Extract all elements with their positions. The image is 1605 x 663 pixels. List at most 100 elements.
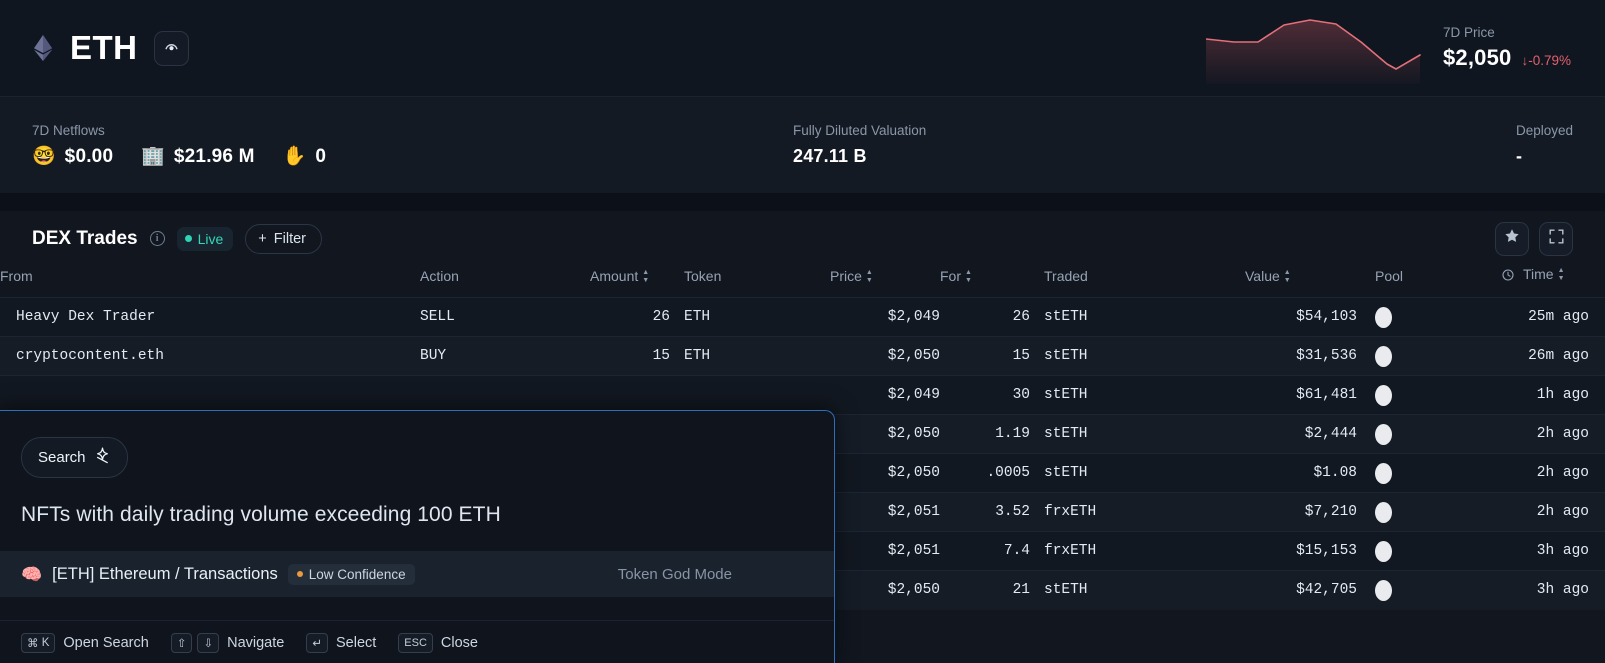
page-header: ETH (0, 0, 1605, 96)
cell-traded: stETH (1030, 571, 1245, 610)
search-query-text: NFTs with daily trading volume exceeding… (21, 503, 812, 527)
cell-amount: 26 (590, 298, 670, 337)
sort-arrows-icon: ▲▼ (965, 269, 972, 284)
cell-time: 26m ago (1502, 337, 1605, 376)
cell-price: $2,051 (830, 493, 940, 532)
column-header-token[interactable]: Token (670, 266, 830, 298)
office-building-emoji: 🏢 (141, 147, 165, 166)
clock-icon (1502, 268, 1514, 280)
column-header-amount[interactable]: Amount ▲▼ (590, 266, 670, 298)
netflow-value-retail: $0.00 (65, 146, 114, 168)
cell-pool (1357, 493, 1502, 532)
fdv-value: 247.11 B (793, 146, 926, 167)
live-dot-icon (185, 235, 192, 242)
table-row[interactable]: $2,049 30 stETH $61,481 1h ago (0, 376, 1605, 415)
token-detail-page: ETH (0, 0, 1605, 663)
key-arrow-down: ⇩ (197, 633, 219, 653)
cell-traded: stETH (1030, 337, 1245, 376)
sort-arrows-icon: ▲▼ (1558, 267, 1565, 282)
search-result-item[interactable]: 🧠 [ETH] Ethereum / Transactions Low Conf… (0, 551, 834, 597)
pool-token-icon (1375, 307, 1392, 328)
cell-from (0, 376, 420, 415)
cell-time: 2h ago (1502, 454, 1605, 493)
search-overlay-panel: Search NFTs with daily trading volume ex… (0, 410, 835, 663)
column-header-price[interactable]: Price ▲▼ (830, 266, 940, 298)
cell-time: 3h ago (1502, 571, 1605, 610)
price-sparkline-chart (1206, 12, 1421, 84)
cell-value: $1.08 (1245, 454, 1357, 493)
cell-traded: stETH (1030, 415, 1245, 454)
favorite-star-button[interactable] (1495, 222, 1529, 256)
cell-for: 7.4 (940, 532, 1030, 571)
gauge-icon-button[interactable] (154, 31, 189, 66)
cell-time: 3h ago (1502, 532, 1605, 571)
search-result-title: [ETH] Ethereum / Transactions (52, 565, 278, 584)
cell-for: 21 (940, 571, 1030, 610)
netflows-label: 7D Netflows (32, 123, 326, 138)
pool-token-icon (1375, 502, 1392, 523)
raised-hand-emoji: ✋ (283, 147, 307, 166)
cell-pool (1357, 298, 1502, 337)
cell-value: $42,705 (1245, 571, 1357, 610)
section-divider (0, 193, 1605, 211)
cell-for: 3.52 (940, 493, 1030, 532)
column-header-from[interactable]: From (0, 266, 420, 298)
cell-value: $54,103 (1245, 298, 1357, 337)
cell-amount: 15 (590, 337, 670, 376)
column-header-action[interactable]: Action (420, 266, 590, 298)
price-label: 7D Price (1443, 25, 1571, 40)
dex-trades-title: DEX Trades (32, 228, 138, 250)
table-header-row: From Action Amount ▲▼ Token Price ▲▼ For… (0, 266, 1605, 298)
info-icon[interactable]: i (150, 231, 165, 246)
shortcut-label-close: Close (441, 635, 478, 651)
shortcut-label-navigate: Navigate (227, 635, 284, 651)
cell-time: 1h ago (1502, 376, 1605, 415)
netflow-item-institutional: 🏢 $21.96 M (141, 146, 255, 168)
cell-action: BUY (420, 337, 590, 376)
add-filter-label: Filter (274, 231, 306, 247)
cell-token: ETH (670, 337, 830, 376)
header-token-identity: ETH (24, 29, 189, 67)
deployed-metric: Deployed - (1508, 123, 1573, 167)
cell-price: $2,050 (830, 571, 940, 610)
add-filter-button[interactable]: + Filter (245, 224, 322, 254)
cell-action: SELL (420, 298, 590, 337)
cell-traded: stETH (1030, 376, 1245, 415)
netflow-value-institutional: $21.96 M (174, 146, 255, 168)
price-block: 7D Price $2,050 ↓-0.79% (1443, 25, 1581, 71)
cell-price: $2,050 (830, 337, 940, 376)
cell-from: cryptocontent.eth (0, 337, 420, 376)
sparkle-icon (94, 447, 111, 468)
cell-pool (1357, 376, 1502, 415)
gauge-icon (163, 37, 180, 59)
column-header-traded[interactable]: Traded (1030, 266, 1245, 298)
pool-token-icon (1375, 541, 1392, 562)
shortcut-close: ESC Close (398, 633, 478, 653)
shortcut-select: ↵ Select (306, 633, 376, 653)
confidence-dot-icon (297, 571, 303, 577)
pool-token-icon (1375, 463, 1392, 484)
column-header-pool[interactable]: Pool (1357, 266, 1502, 298)
column-header-for[interactable]: For ▲▼ (940, 266, 1030, 298)
search-button-label: Search (38, 449, 86, 466)
cell-traded: frxETH (1030, 493, 1245, 532)
key-arrow-up: ⇧ (171, 633, 193, 653)
pool-token-icon (1375, 346, 1392, 367)
confidence-badge: Low Confidence (288, 564, 415, 585)
live-badge[interactable]: Live (177, 227, 234, 251)
search-button[interactable]: Search (21, 437, 128, 478)
cell-pool (1357, 454, 1502, 493)
column-header-value[interactable]: Value ▲▼ (1245, 266, 1357, 298)
table-row[interactable]: Heavy Dex Trader SELL 26 ETH $2,049 26 s… (0, 298, 1605, 337)
header-price-area: 7D Price $2,050 ↓-0.79% (1206, 12, 1581, 84)
table-row[interactable]: cryptocontent.eth BUY 15 ETH $2,050 15 s… (0, 337, 1605, 376)
page-title: ETH (70, 29, 138, 67)
brain-emoji: 🧠 (21, 566, 42, 583)
nerd-face-emoji: 🤓 (32, 147, 56, 166)
deployed-value: - (1516, 146, 1573, 167)
shortcut-open-search: ⌘ K Open Search (21, 633, 149, 653)
expand-fullscreen-button[interactable] (1539, 222, 1573, 256)
column-header-time[interactable]: Time ▲▼ (1502, 266, 1605, 298)
shortcut-label-open-search: Open Search (63, 635, 148, 651)
metrics-strip: 7D Netflows 🤓 $0.00 🏢 $21.96 M ✋ 0 Fully… (0, 96, 1605, 193)
